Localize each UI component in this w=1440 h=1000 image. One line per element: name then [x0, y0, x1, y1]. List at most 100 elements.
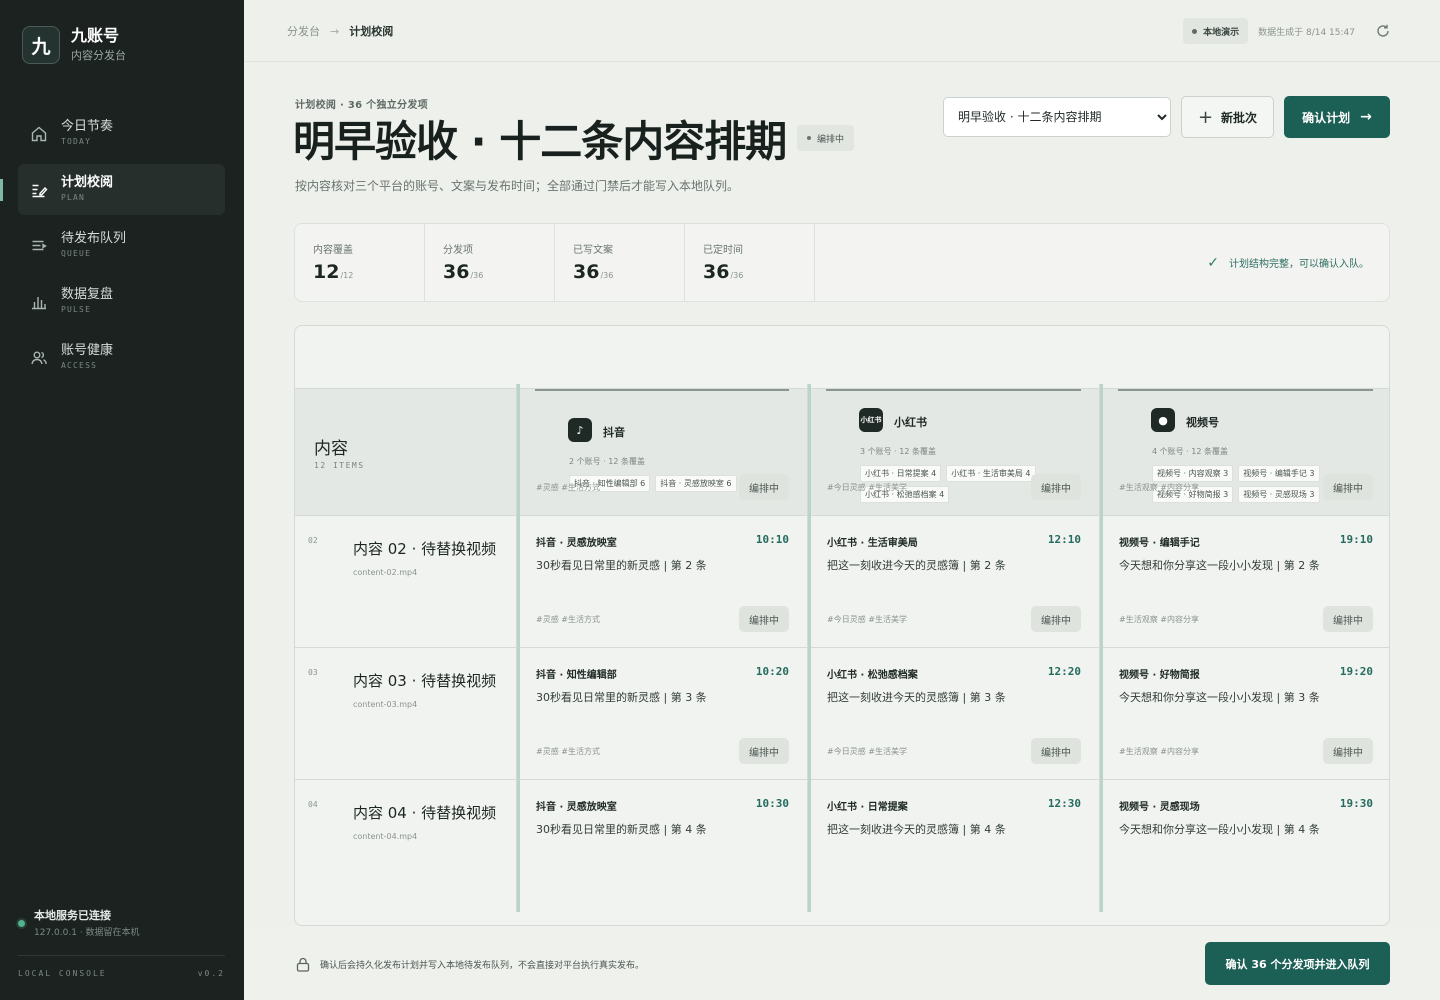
table-row: 03 内容 03 · 待替换视频 content-03.mp4 抖音 · 知性编… — [295, 648, 1389, 780]
schedule-cell[interactable]: 小红书 · 日常提案 12:30 把这一刻收进今天的灵感簿 | 第 4 条 — [808, 780, 1100, 912]
cell-status-button[interactable]: 编排中 — [1031, 606, 1081, 632]
cell-status-button[interactable]: 编排中 — [1323, 606, 1373, 632]
cell-status-button[interactable]: 编排中 — [1323, 738, 1373, 764]
cell-time: 12:10 — [1047, 533, 1081, 546]
refresh-icon[interactable] — [1375, 23, 1391, 39]
cell-copy: 把这一刻收进今天的灵感簿 | 第 3 条 — [827, 691, 1006, 704]
row-number: 03 — [308, 668, 318, 677]
schedule-cell[interactable]: #灵感 #生活方式 编排中 — [517, 384, 808, 516]
cell-account: 小红书 · 生活审美局 — [827, 538, 918, 549]
sidebar-item-today[interactable]: 今日节奏 TODAY — [18, 108, 225, 159]
cell-status-button[interactable]: 编排中 — [1323, 474, 1373, 500]
cell-tags: #灵感 #生活方式 — [536, 615, 600, 624]
stats-bar: 内容覆盖 12/12 分发项 36/36 已写文案 36/36 已定时间 36/… — [294, 223, 1390, 302]
cell-tags: #灵感 #生活方式 — [536, 747, 600, 756]
row-info[interactable]: 03 内容 03 · 待替换视频 content-03.mp4 — [295, 648, 517, 780]
schedule-cell[interactable]: 视频号 · 编辑手记 19:10 今天想和你分享这一段小小发现 | 第 2 条 … — [1100, 516, 1389, 648]
users-icon — [31, 351, 47, 364]
sidebar-item-plan[interactable]: 计划校阅 PLAN — [0, 164, 225, 215]
nav-en-label: PULSE — [61, 305, 92, 314]
cell-tags: #今日灵感 #生活美学 — [827, 483, 907, 492]
cell-tags: #生活观察 #内容分享 — [1119, 747, 1199, 756]
sidebar-item-queue[interactable]: 待发布队列 QUEUE — [18, 220, 225, 271]
cell-tags: #今日灵感 #生活美学 — [827, 747, 907, 756]
stat-value: 36/36 — [703, 261, 744, 283]
service-title: 本地服务已连接 — [34, 909, 111, 922]
stat-time-set: 已定时间 36/36 — [685, 224, 815, 301]
schedule-cell[interactable]: 小红书 · 松弛感档案 12:20 把这一刻收进今天的灵感簿 | 第 3 条 #… — [808, 648, 1100, 780]
bottom-note-text: 确认后会持久化发布计划并写入本地待发布队列，不会直接对平台执行真实发布。 — [320, 961, 645, 971]
plan-board: 内容 12 ITEMS ♪ 抖音 2 个账号 · 12 条覆盖 抖音 · 知性编… — [294, 325, 1390, 926]
cell-status-button[interactable]: 编排中 — [1031, 738, 1081, 764]
bar-chart-icon — [32, 296, 46, 309]
cell-copy: 把这一刻收进今天的灵感簿 | 第 2 条 — [827, 559, 1006, 572]
dot-icon — [1192, 28, 1198, 34]
nav-en-label: TODAY — [61, 137, 92, 146]
row-info[interactable]: 02 内容 02 · 待替换视频 content-02.mp4 — [295, 516, 517, 648]
schedule-cell[interactable]: 抖音 · 灵感放映室 10:30 30秒看见日常里的新灵感 | 第 4 条 — [517, 780, 808, 912]
status-label: 编排中 — [817, 134, 845, 145]
service-subtitle: 127.0.0.1 · 数据留在本机 — [34, 928, 140, 938]
cell-copy: 30秒看见日常里的新灵感 | 第 4 条 — [536, 823, 707, 836]
row-file: content-03.mp4 — [353, 700, 418, 709]
edit-list-icon — [32, 184, 48, 197]
cell-account: 抖音 · 灵感放映室 — [536, 802, 617, 813]
cell-status-button[interactable]: 编排中 — [1031, 474, 1081, 500]
row-title: 内容 03 · 待替换视频 — [353, 672, 497, 690]
nav-label: 待发布队列 — [61, 231, 127, 246]
nav-label: 今日节奏 — [61, 119, 114, 134]
cell-status-button[interactable]: 编排中 — [739, 738, 789, 764]
page-title: 明早验收 · 十二条内容排期 — [293, 117, 787, 166]
sidebar-item-access[interactable]: 账号健康 ACCESS — [18, 332, 225, 383]
cell-status-button[interactable]: 编排中 — [739, 606, 789, 632]
page-eyebrow: 计划校阅 · 36 个独立分发项 — [295, 100, 428, 111]
batch-select[interactable]: 明早验收 · 十二条内容排期 — [943, 97, 1171, 137]
schedule-cell[interactable]: 抖音 · 灵感放映室 10:10 30秒看见日常里的新灵感 | 第 2 条 #灵… — [517, 516, 808, 648]
row-number: 04 — [308, 800, 318, 809]
stat-label: 已定时间 — [703, 245, 743, 256]
schedule-cell[interactable]: 视频号 · 灵感现场 19:30 今天想和你分享这一段小小发现 | 第 4 条 — [1100, 780, 1389, 912]
cell-tags: #今日灵感 #生活美学 — [827, 615, 907, 624]
queue-icon — [32, 240, 47, 250]
stat-label: 内容覆盖 — [313, 245, 353, 256]
brand[interactable]: 九 九账号 内容分发台 — [22, 26, 126, 64]
stats-message-text: 计划结构完整，可以确认入队。 — [1229, 259, 1369, 270]
plus-icon: + — [1197, 106, 1214, 128]
nav-en-label: QUEUE — [61, 249, 92, 258]
arrow-right-icon: → — [1360, 109, 1372, 125]
service-status: 本地服务已连接 127.0.0.1 · 数据留在本机 — [18, 908, 140, 940]
stat-value: 12/12 — [313, 261, 354, 283]
brand-logo: 九 — [22, 26, 60, 64]
schedule-cell[interactable]: 视频号 · 好物简报 19:20 今天想和你分享这一段小小发现 | 第 3 条 … — [1100, 648, 1389, 780]
cell-tags: #灵感 #生活方式 — [536, 483, 600, 492]
new-batch-button[interactable]: + 新批次 — [1181, 96, 1274, 138]
schedule-cell[interactable]: #今日灵感 #生活美学 编排中 — [808, 384, 1100, 516]
stat-content-coverage: 内容覆盖 12/12 — [295, 224, 425, 301]
confirm-plan-button[interactable]: 确认计划 → — [1284, 96, 1390, 138]
arrow-right-icon: → — [330, 24, 340, 38]
cell-account: 视频号 · 好物简报 — [1119, 670, 1200, 681]
schedule-cell[interactable]: 抖音 · 知性编辑部 10:20 30秒看见日常里的新灵感 | 第 3 条 #灵… — [517, 648, 808, 780]
row-info[interactable]: 04 内容 04 · 待替换视频 content-04.mp4 — [295, 780, 517, 912]
breadcrumb-root[interactable]: 分发台 — [287, 23, 320, 39]
nav-en-label: PLAN — [61, 193, 86, 202]
schedule-cell[interactable]: #生活观察 #内容分享 编排中 — [1100, 384, 1389, 516]
cell-copy: 今天想和你分享这一段小小发现 | 第 3 条 — [1119, 691, 1320, 704]
cell-account: 小红书 · 松弛感档案 — [827, 670, 918, 681]
cell-time: 19:20 — [1339, 665, 1373, 678]
cell-account: 抖音 · 知性编辑部 — [536, 670, 617, 681]
cell-copy: 今天想和你分享这一段小小发现 | 第 2 条 — [1119, 559, 1320, 572]
demo-label: 本地演示 — [1203, 27, 1240, 38]
dot-icon — [807, 136, 811, 140]
sidebar-item-pulse[interactable]: 数据复盘 PULSE — [18, 276, 225, 327]
row-file: content-04.mp4 — [353, 832, 418, 841]
stats-message: ✓ 计划结构完整，可以确认入队。 — [815, 224, 1389, 301]
status-dot-icon — [18, 920, 25, 927]
cell-status-button[interactable]: 编排中 — [739, 474, 789, 500]
schedule-cell[interactable]: 小红书 · 生活审美局 12:10 把这一刻收进今天的灵感簿 | 第 2 条 #… — [808, 516, 1100, 648]
confirm-queue-button[interactable]: 确认 36 个分发项并进入队列 — [1205, 942, 1390, 985]
sidebar-footer: LOCAL CONSOLE v0.2 — [18, 969, 225, 978]
nav-en-label: ACCESS — [61, 361, 98, 370]
cell-time: 12:20 — [1047, 665, 1081, 678]
page-description: 按内容核对三个平台的账号、文案与发布时间；全部通过门禁后才能写入本地队列。 — [295, 179, 740, 193]
